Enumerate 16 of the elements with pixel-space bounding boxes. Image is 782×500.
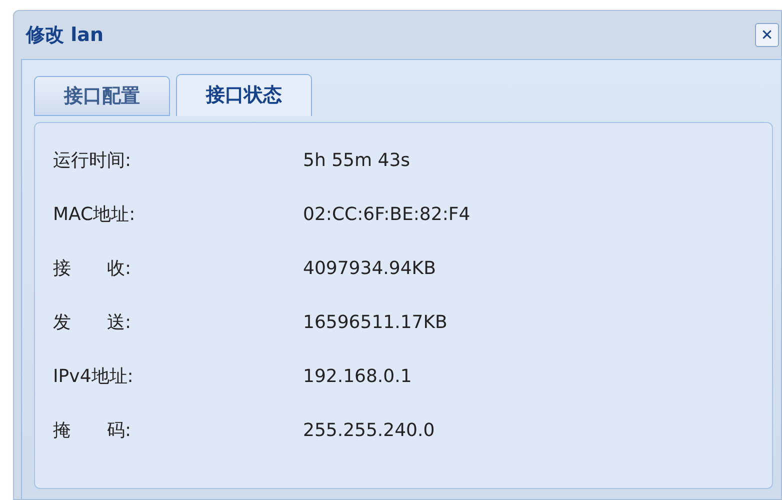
field-value: 02:CC:6F:BE:82:F4 — [303, 203, 470, 227]
field-value: 192.168.0.1 — [303, 365, 412, 389]
field-label: 发 送: — [53, 311, 132, 335]
field-label: IPv4地址: — [53, 365, 134, 389]
field-label: MAC地址: — [53, 203, 136, 227]
field-label: 接 收: — [53, 257, 132, 281]
tab[interactable]: 接口状态 — [176, 74, 312, 116]
field-value: 4097934.94KB — [303, 257, 436, 281]
field-value: 16596511.17KB — [303, 311, 448, 335]
close-button[interactable]: ✕ — [755, 23, 779, 47]
field-value: 255.255.240.0 — [303, 419, 435, 443]
window-title: 修改 lan — [26, 22, 104, 48]
field-label: 掩 码: — [53, 419, 132, 443]
field-label: 运行时间: — [53, 149, 132, 173]
field-value: 5h 55m 43s — [303, 149, 410, 173]
tab[interactable]: 接口配置 — [34, 76, 170, 116]
